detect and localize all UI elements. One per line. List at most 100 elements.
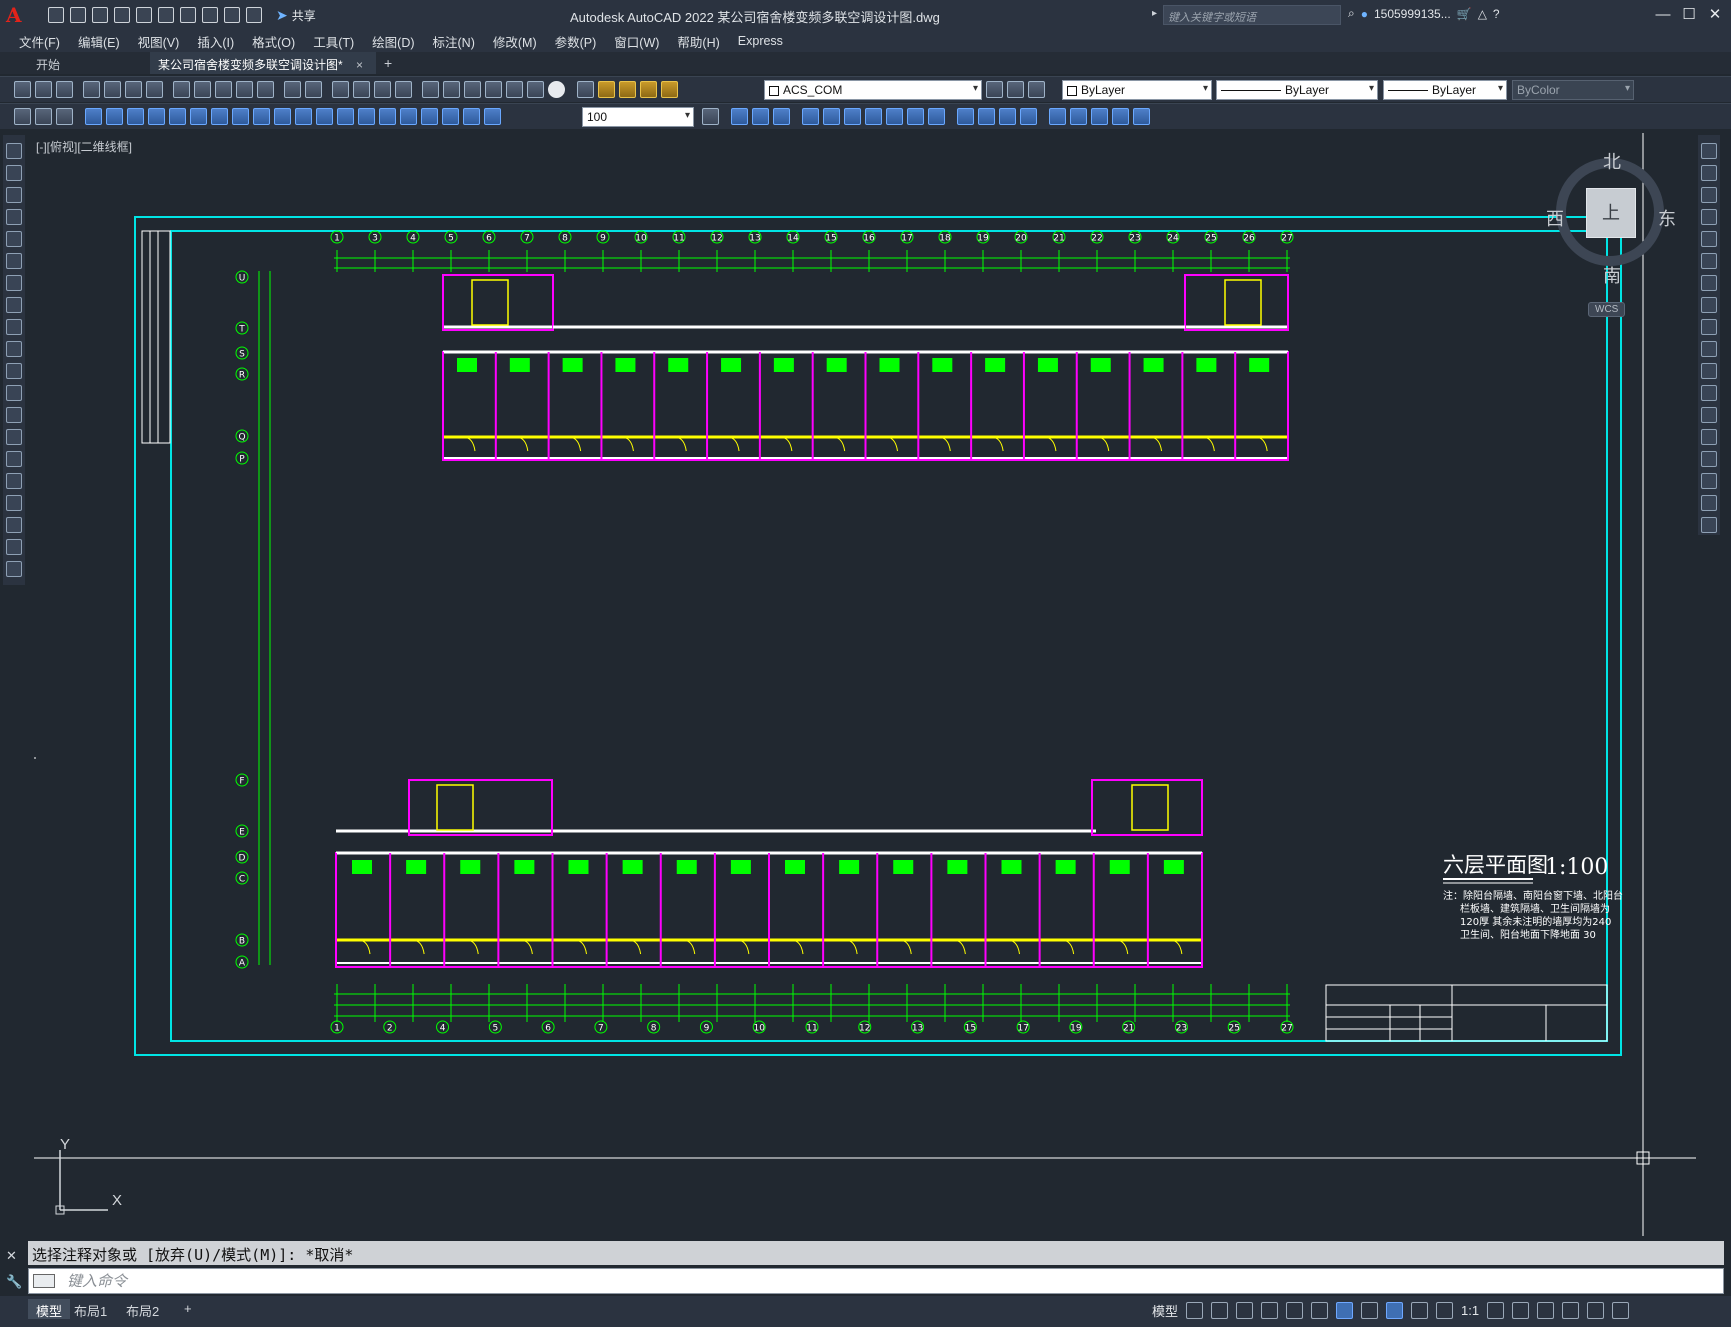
model-space-button[interactable]: 模型	[1152, 1301, 1178, 1320]
polygon-icon[interactable]	[6, 209, 22, 225]
ac-unit-symbol	[676, 860, 697, 874]
ellipse-arc-icon[interactable]	[6, 363, 22, 379]
axis-label: 21	[1053, 234, 1064, 244]
region-icon[interactable]	[6, 495, 22, 511]
plan-scale: 1:100	[1545, 855, 1608, 880]
tab-layout1[interactable]: 布局1	[66, 1299, 115, 1319]
axis-label: 13	[749, 234, 760, 244]
chamfer-icon[interactable]	[1701, 451, 1717, 467]
wcs-menu[interactable]: WCS	[1588, 302, 1626, 317]
gear-icon[interactable]	[1487, 1302, 1505, 1319]
copy-icon[interactable]	[1701, 165, 1717, 181]
axis-label: 1	[334, 234, 340, 244]
ac-unit-symbol	[1090, 358, 1111, 372]
command-input[interactable]	[67, 1271, 1667, 1291]
axis-label: 19	[977, 234, 989, 244]
stretch-icon[interactable]	[1701, 319, 1717, 335]
hatch-icon[interactable]	[6, 451, 22, 467]
array-icon[interactable]	[1701, 231, 1717, 247]
compass-east[interactable]: 东	[1658, 205, 1676, 231]
axis-label: 10	[753, 1024, 765, 1034]
door-swing	[899, 939, 912, 955]
axis-label: 23	[1129, 234, 1140, 244]
title-block	[1325, 984, 1608, 1042]
top-room-partitions	[442, 352, 1289, 460]
spline-icon[interactable]	[6, 319, 22, 335]
top-axis-bubbles: 1 3 4 5 6 7 8 9 10 11 12 13 14 15 16 17 18 19 20 21 22 23 24 25…	[330, 230, 1294, 244]
auto-scale-icon[interactable]	[1411, 1302, 1429, 1319]
recent-commands-icon[interactable]	[33, 1274, 55, 1288]
hardware-acceleration-icon[interactable]	[1562, 1302, 1580, 1319]
axis-label: 3	[372, 234, 378, 244]
annotation-visibility-icon[interactable]	[1386, 1302, 1404, 1319]
door-swing	[832, 436, 846, 452]
customize-icon[interactable]	[1612, 1302, 1630, 1319]
door-swing	[682, 939, 696, 955]
trim-icon[interactable]	[1701, 341, 1717, 357]
circle-icon[interactable]	[6, 275, 22, 291]
clean-screen-icon[interactable]	[1587, 1302, 1605, 1319]
offset-icon[interactable]	[1701, 209, 1717, 225]
polar-icon[interactable]	[1261, 1302, 1279, 1319]
ac-unit-symbol	[893, 860, 914, 874]
join-icon[interactable]	[1701, 429, 1717, 445]
door-swing	[1043, 436, 1057, 452]
break-at-point-icon[interactable]	[1701, 385, 1717, 401]
revision-strip	[141, 230, 171, 444]
axis-label: 17	[1017, 1024, 1028, 1034]
point-icon[interactable]	[6, 429, 22, 445]
object-snap-tracking-icon[interactable]	[1311, 1302, 1329, 1319]
mtext-icon[interactable]	[6, 539, 22, 555]
gradient-icon[interactable]	[6, 473, 22, 489]
lineweight-icon[interactable]	[1361, 1302, 1379, 1319]
autocad-window: A ➤ 共享 Autodesk AutoCAD 2022 某公司宿舍楼变频多联空…	[0, 0, 1731, 1327]
compass-north[interactable]: 北	[1603, 148, 1621, 174]
polyline-icon[interactable]	[6, 187, 22, 203]
isolate-objects-icon[interactable]	[1537, 1302, 1555, 1319]
ortho-icon[interactable]	[1236, 1302, 1254, 1319]
tab-layout2[interactable]: 布局2	[118, 1299, 167, 1319]
customize-command-icon[interactable]: 🔧	[6, 1274, 22, 1290]
break-icon[interactable]	[1701, 407, 1717, 423]
insert-block-icon[interactable]	[6, 385, 22, 401]
annotation-scale-value[interactable]: 1:1	[1461, 1303, 1479, 1318]
move-icon[interactable]	[1701, 253, 1717, 269]
add-selected-icon[interactable]	[6, 561, 22, 577]
line-icon[interactable]	[6, 143, 22, 159]
add-layout-button[interactable]: +	[176, 1299, 200, 1319]
arc-icon[interactable]	[6, 253, 22, 269]
revcloud-icon[interactable]	[6, 297, 22, 313]
compass-south[interactable]: 南	[1603, 262, 1621, 288]
command-line	[28, 1268, 1724, 1294]
bottom-axis-bubbles: 1 2 4 5 6 7 8 9 10 11 12 13 15 17 19 21 23 25 27	[330, 1020, 1294, 1034]
axis-label: S	[239, 350, 245, 360]
extend-icon[interactable]	[1701, 363, 1717, 379]
xline-icon[interactable]	[6, 165, 22, 181]
make-block-icon[interactable]	[6, 407, 22, 423]
ellipse-icon[interactable]	[6, 341, 22, 357]
axis-label: T	[238, 325, 245, 335]
rectangle-icon[interactable]	[6, 231, 22, 247]
blend-icon[interactable]	[1701, 495, 1717, 511]
isodraft-icon[interactable]	[1286, 1302, 1304, 1319]
compass-west[interactable]: 西	[1546, 205, 1564, 231]
mirror-icon[interactable]	[1701, 187, 1717, 203]
close-command-line-icon[interactable]: ✕	[6, 1248, 17, 1264]
axis-label: 23	[1176, 1024, 1187, 1034]
axis-label: 7	[598, 1024, 604, 1034]
grid-icon[interactable]	[1186, 1302, 1204, 1319]
ucs-y-label: Y	[60, 1136, 71, 1153]
erase-icon[interactable]	[1701, 143, 1717, 159]
annotation-scale-icon[interactable]	[1436, 1302, 1454, 1319]
tab-model[interactable]: 模型	[28, 1299, 71, 1319]
object-snap-icon[interactable]	[1336, 1302, 1354, 1319]
rotate-icon[interactable]	[1701, 275, 1717, 291]
viewcube-face-top[interactable]: 上	[1586, 188, 1636, 238]
scale-icon[interactable]	[1701, 297, 1717, 313]
plus-icon[interactable]	[1512, 1302, 1530, 1319]
axis-label: 25	[1205, 234, 1216, 244]
snap-icon[interactable]	[1211, 1302, 1229, 1319]
fillet-icon[interactable]	[1701, 473, 1717, 489]
explode-icon[interactable]	[1701, 517, 1717, 533]
table-icon[interactable]	[6, 517, 22, 533]
